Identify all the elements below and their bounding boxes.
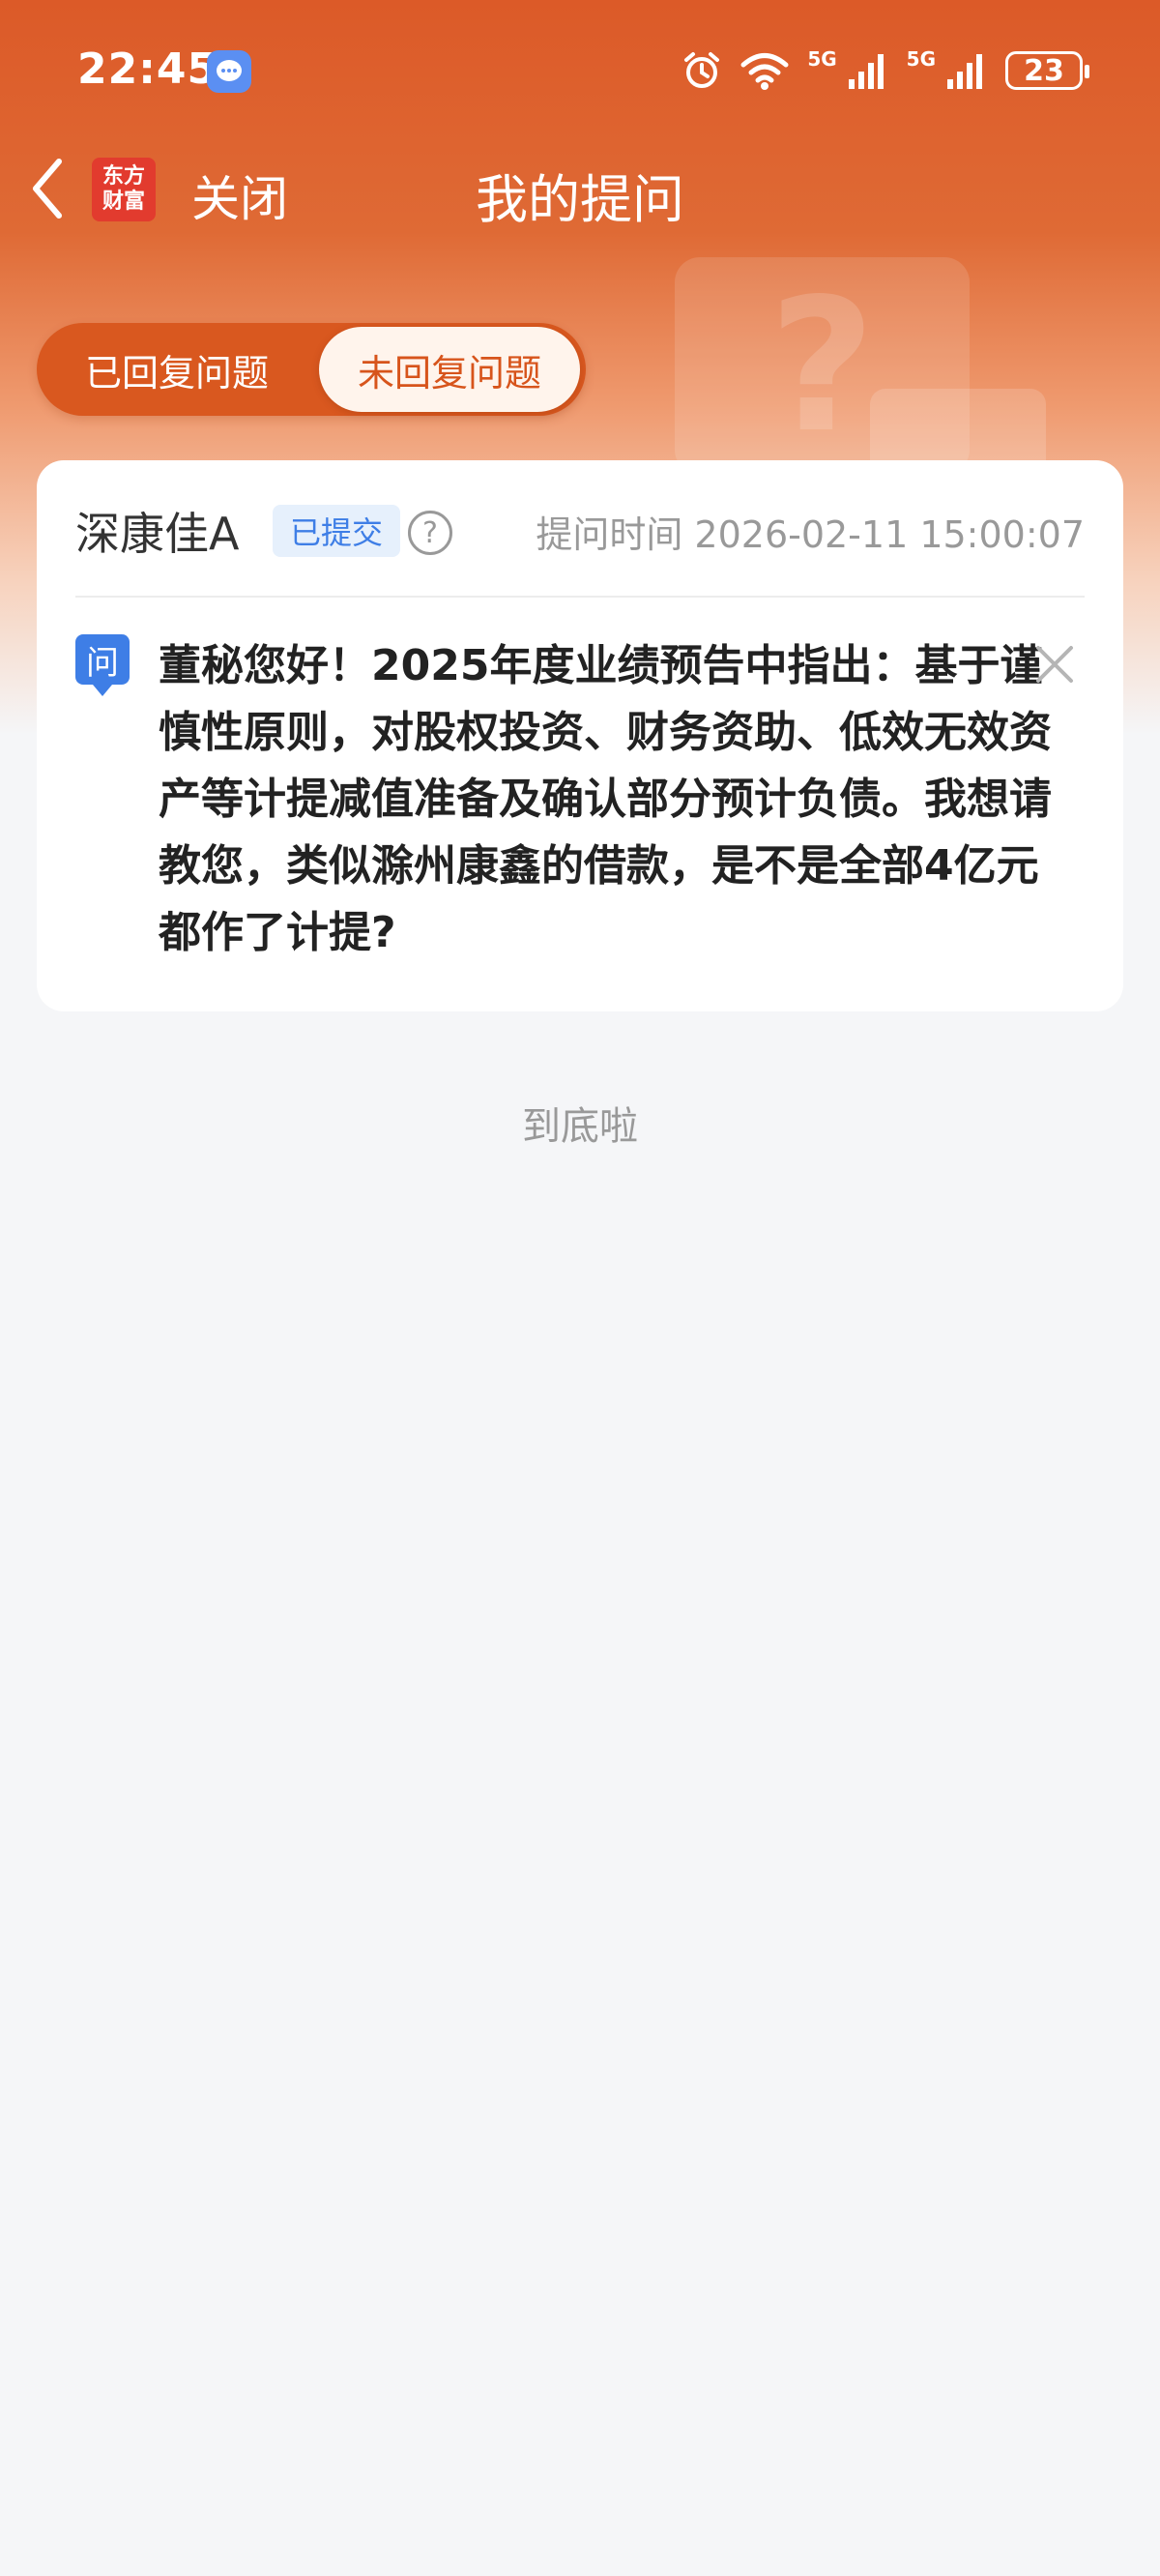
stock-name[interactable]: 深康佳A [75,499,239,563]
question-text: 董秘您好！2025年度业绩预告中指出：基于谨慎性原则，对股权投资、财务资助、低效… [159,641,1052,957]
help-icon[interactable]: ? [408,511,452,555]
status-time: 22:45 [77,44,218,94]
divider [75,596,1085,598]
page-title: 我的提问 [476,169,684,230]
message-icon [207,50,251,93]
battery-icon: 23 [1005,51,1089,90]
battery-level: 23 [1024,53,1064,88]
network-label-2: 5G [906,47,936,71]
alarm-icon [684,52,720,88]
end-of-list-text: 到底啦 [522,1104,638,1149]
status-badge: 已提交 [273,505,401,557]
question-card: 深康佳A 已提交 ? 提问时间 2026-02-11 15:00:07 问 董秘… [37,460,1123,1011]
delete-question-button[interactable] [1032,642,1077,687]
signal-icon [947,54,982,89]
network-label-1: 5G [807,47,837,71]
ask-time: 提问时间 2026-02-11 15:00:07 [536,513,1085,556]
question-tabs: 已回复问题 未回复问题 [37,323,586,416]
question-tag-icon: 问 [75,634,130,696]
status-bar: 22:45 5G 5G 23 [0,0,1160,145]
tab-answered[interactable]: 已回复问题 [37,323,317,416]
tab-unanswered[interactable]: 未回复问题 [319,327,580,412]
status-icons: 5G 5G 23 [682,47,1089,93]
close-icon [1036,646,1073,683]
wifi-icon [740,53,789,90]
signal-icon [848,54,884,89]
